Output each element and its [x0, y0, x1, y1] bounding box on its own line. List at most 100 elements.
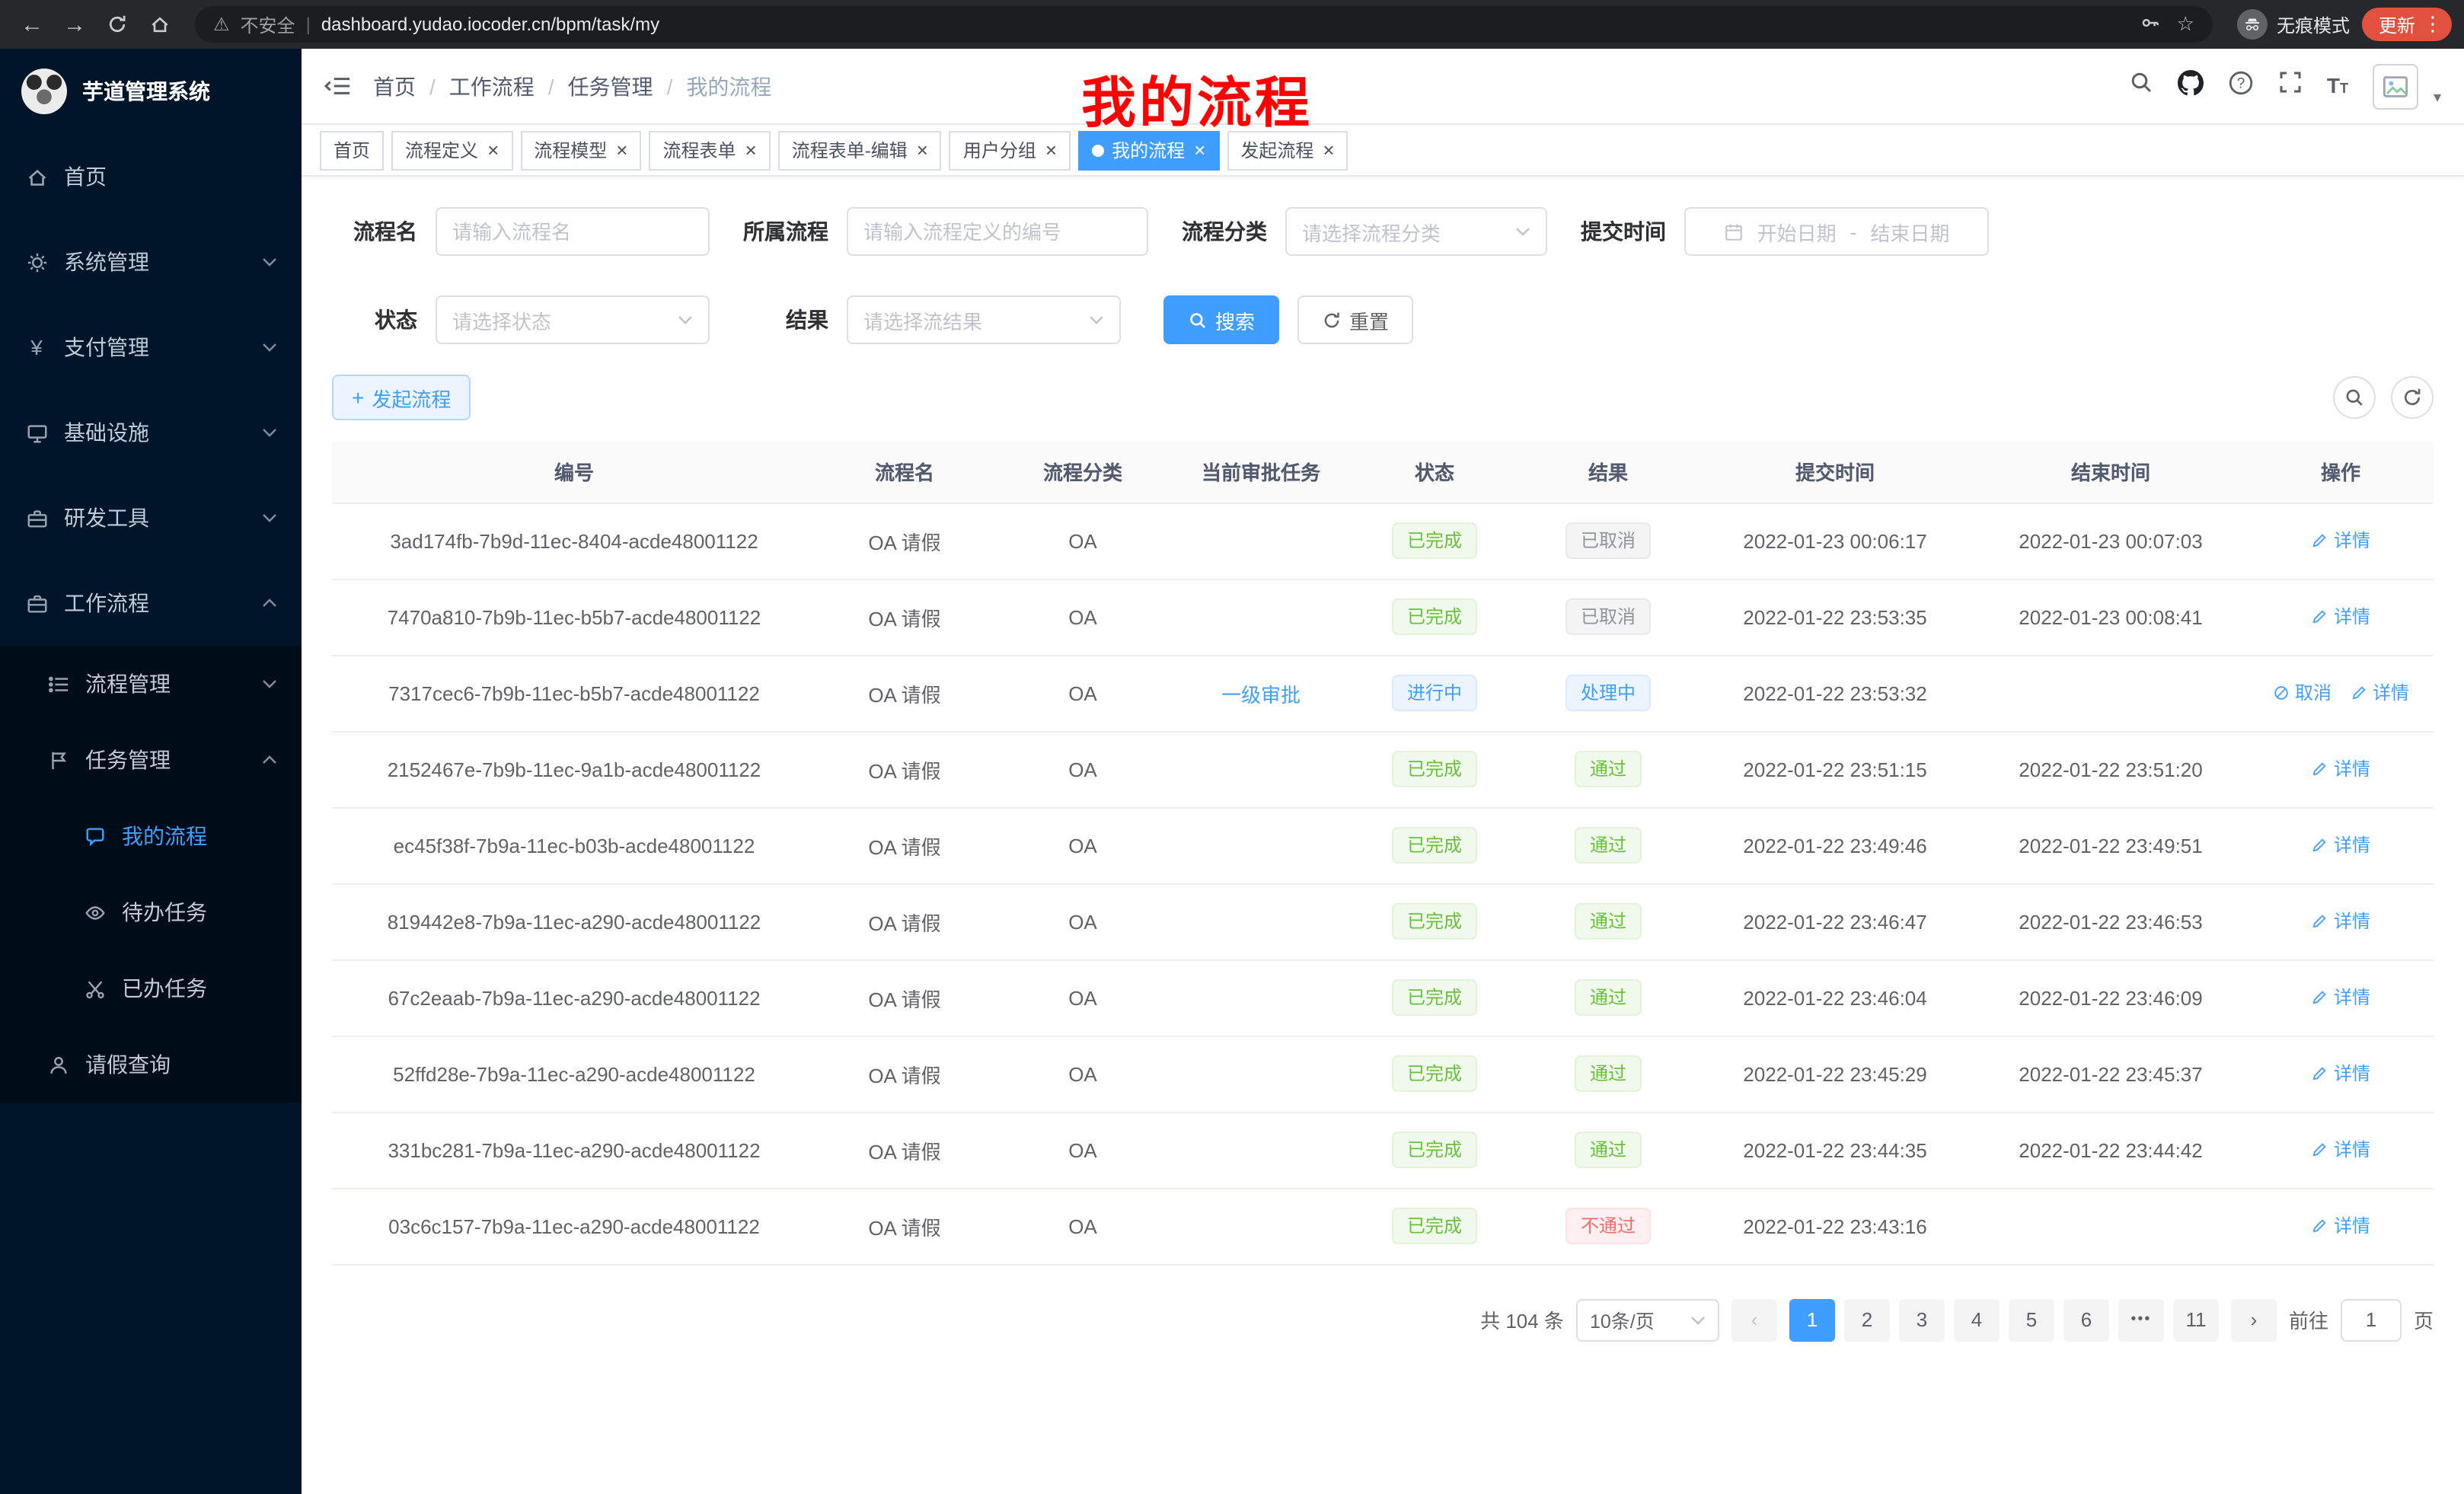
browser-menu-dots-icon[interactable]: ⋮ [2423, 12, 2443, 37]
sidebar-item-home[interactable]: 首页 [0, 134, 302, 219]
avatar[interactable] [2373, 63, 2418, 109]
pager-page[interactable]: 5 [2009, 1298, 2054, 1341]
cell-category: OA [993, 807, 1173, 883]
app-title: 芋道管理系统 [82, 76, 210, 107]
sidebar-item-label: 流程管理 [85, 669, 171, 699]
detail-action-link[interactable]: 详情 [2311, 1137, 2370, 1163]
sidebar-item-infrastructure[interactable]: 基础设施 [0, 390, 302, 475]
detail-action-link[interactable]: 详情 [2311, 1061, 2370, 1087]
gear-icon [24, 251, 49, 273]
filter-label-parent-process: 所属流程 [737, 216, 828, 247]
pager-prev-button[interactable]: ‹ [1732, 1298, 1777, 1341]
cancel-action-link[interactable]: 取消 [2272, 680, 2332, 706]
pager-page[interactable]: 11 [2173, 1298, 2219, 1341]
bookmark-star-icon[interactable]: ☆ [2177, 12, 2194, 37]
detail-action-link[interactable]: 详情 [2350, 680, 2409, 706]
browser-update-button[interactable]: 更新 ⋮ [2362, 8, 2452, 41]
search-icon[interactable] [2129, 70, 2153, 102]
browser-forward-icon[interactable]: → [55, 5, 94, 44]
browser-reload-icon[interactable] [97, 5, 137, 44]
result-select[interactable]: 请选择流结果 [847, 295, 1121, 344]
tab-item[interactable]: 首页 [320, 130, 384, 170]
address-bar[interactable]: ⚠ 不安全 | dashboard.yudao.iocoder.cn/bpm/t… [195, 6, 2213, 43]
sidebar-item-leave-query[interactable]: 请假查询 [0, 1026, 302, 1103]
filter-row-2: 状态 请选择状态 结果 请选择流结果 [332, 295, 2434, 344]
sidebar-item-workflow[interactable]: 工作流程 [0, 560, 302, 646]
result-badge: 通过 [1575, 827, 1642, 864]
tab-close-icon[interactable]: × [917, 140, 928, 160]
breadcrumb-item[interactable]: 首页 [373, 71, 416, 101]
detail-action-link[interactable]: 详情 [2311, 756, 2370, 782]
breadcrumb-item[interactable]: 任务管理 [568, 71, 653, 101]
status-select[interactable]: 请选择状态 [436, 295, 710, 344]
sidebar-collapse-icon[interactable] [324, 75, 350, 97]
table-row: 03c6c157-7b9a-11ec-a290-acde48001122OA 请… [332, 1188, 2434, 1264]
sidebar-item-todo-tasks[interactable]: 待办任务 [0, 874, 302, 950]
result-badge: 不通过 [1566, 1208, 1651, 1244]
fullscreen-icon[interactable] [2278, 70, 2303, 102]
tab-item[interactable]: 流程定义× [391, 130, 512, 170]
tab-close-icon[interactable]: × [487, 140, 499, 160]
sidebar-item-payment[interactable]: ¥ 支付管理 [0, 305, 302, 390]
table-search-toggle-button[interactable] [2333, 376, 2376, 419]
password-key-icon[interactable] [2140, 11, 2162, 37]
pager-page[interactable]: 2 [1844, 1298, 1890, 1341]
page-size-select[interactable]: 10条/页 [1576, 1298, 1719, 1341]
cell-current-task [1173, 579, 1349, 655]
detail-action-link[interactable]: 详情 [2311, 985, 2370, 1010]
tab-item[interactable]: 流程表单-编辑× [778, 130, 942, 170]
reset-button[interactable]: 重置 [1297, 295, 1413, 344]
tab-close-icon[interactable]: × [1323, 140, 1334, 160]
pager-page[interactable]: 4 [1954, 1298, 2000, 1341]
tab-close-icon[interactable]: × [745, 140, 757, 160]
status-badge: 已完成 [1392, 1055, 1477, 1092]
process-definition-input[interactable] [847, 207, 1148, 256]
search-button[interactable]: 搜索 [1163, 295, 1279, 344]
browser-home-icon[interactable] [140, 5, 180, 44]
help-question-icon[interactable]: ? [2228, 69, 2254, 103]
detail-action-link[interactable]: 详情 [2311, 1213, 2370, 1239]
pager-page[interactable]: 6 [2063, 1298, 2109, 1341]
font-size-icon[interactable]: TT [2327, 72, 2348, 100]
tab-item[interactable]: 流程模型× [520, 130, 641, 170]
cell-status: 已完成 [1349, 959, 1520, 1036]
category-select[interactable]: 请选择流程分类 [1285, 207, 1547, 256]
tab-close-icon[interactable]: × [616, 140, 627, 160]
tab-item[interactable]: 用户分组× [950, 130, 1071, 170]
sidebar-item-task-management[interactable]: 任务管理 [0, 722, 302, 798]
detail-action-link[interactable]: 详情 [2311, 832, 2370, 858]
sidebar-item-system[interactable]: 系统管理 [0, 219, 302, 305]
tab-close-icon[interactable]: × [1194, 140, 1205, 160]
pagination-total: 共 104 条 [1480, 1305, 1564, 1334]
sidebar-item-done-tasks[interactable]: 已办任务 [0, 950, 302, 1026]
cell-process-name: OA 请假 [816, 1112, 993, 1188]
tab-close-icon[interactable]: × [1045, 140, 1057, 160]
current-task-link[interactable]: 一级审批 [1221, 678, 1301, 707]
pager-page[interactable]: 3 [1899, 1298, 1945, 1341]
pager-page[interactable]: 1 [1789, 1298, 1835, 1341]
table-refresh-button[interactable] [2391, 376, 2434, 419]
detail-action-link[interactable]: 详情 [2311, 528, 2370, 554]
avatar-caret-icon[interactable]: ▾ [2434, 89, 2441, 109]
create-process-button[interactable]: + 发起流程 [332, 375, 471, 420]
table-header-row: 编号流程名流程分类当前审批任务状态结果提交时间结束时间操作 [332, 442, 2434, 503]
process-name-input[interactable] [436, 207, 710, 256]
breadcrumb-item[interactable]: 工作流程 [449, 71, 535, 101]
goto-page-input[interactable] [2341, 1298, 2402, 1341]
browser-back-icon[interactable]: ← [12, 5, 52, 44]
cell-result: 处理中 [1520, 655, 1696, 731]
cell-current-task [1173, 1188, 1349, 1264]
cell-status: 进行中 [1349, 655, 1520, 731]
detail-action-link[interactable]: 详情 [2311, 908, 2370, 934]
sidebar-item-process-management[interactable]: 流程管理 [0, 646, 302, 722]
pager-next-button[interactable]: › [2231, 1298, 2277, 1341]
detail-action-link[interactable]: 详情 [2311, 604, 2370, 630]
tab-item[interactable]: 流程表单× [649, 130, 770, 170]
sidebar-item-my-process[interactable]: 我的流程 [0, 798, 302, 874]
submit-time-range-picker[interactable]: 开始日期 - 结束日期 [1684, 207, 1989, 256]
sidebar-item-devtools[interactable]: 研发工具 [0, 475, 302, 560]
github-icon[interactable] [2178, 69, 2204, 103]
cell-process-name: OA 请假 [816, 579, 993, 655]
app-logo[interactable]: 芋道管理系统 [0, 49, 302, 134]
cell-submit-time: 2022-01-22 23:53:32 [1696, 655, 1974, 731]
